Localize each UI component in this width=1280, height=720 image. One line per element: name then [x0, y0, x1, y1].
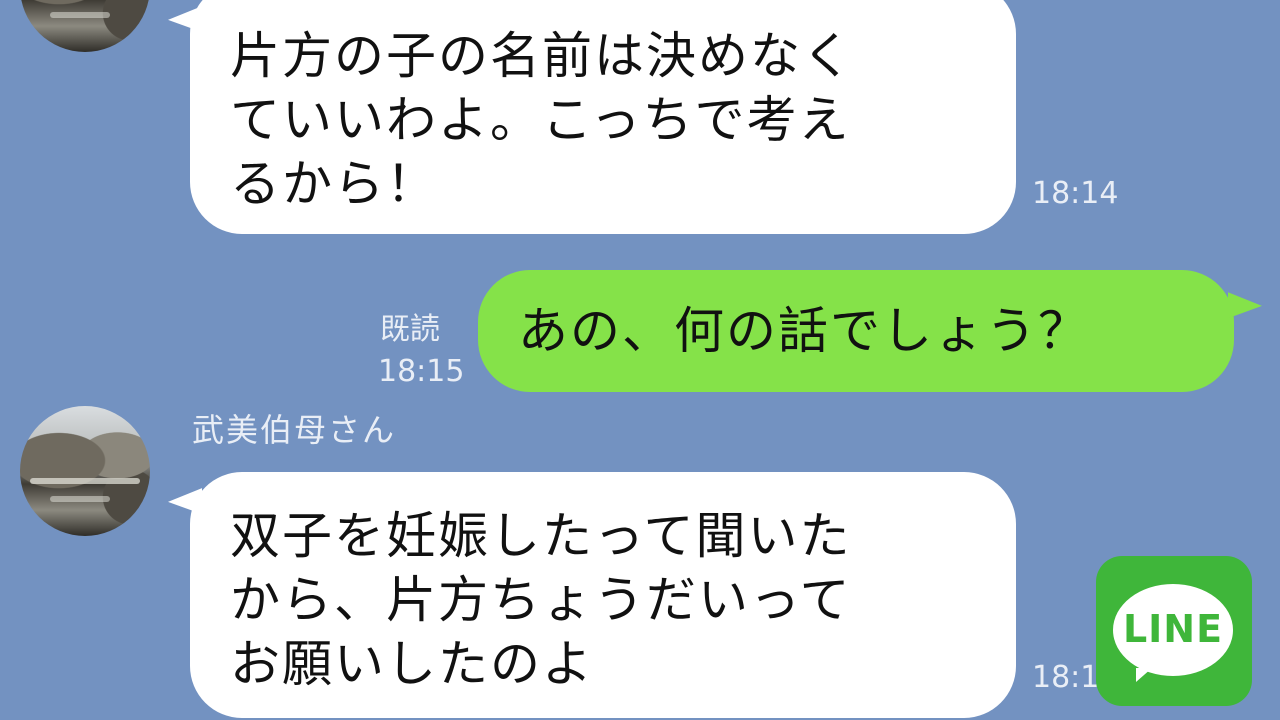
message-line: から、片方ちょうだいって — [230, 571, 852, 629]
message-bubble-outgoing[interactable]: あの、何の話でしょう？ — [478, 270, 1234, 392]
sender-name: 武美伯母さん — [192, 411, 397, 449]
logo-text: LINE — [1122, 607, 1224, 651]
avatar[interactable] — [20, 406, 150, 536]
message-line: 片方の子の名前は決めなく — [230, 27, 854, 85]
message-bubble-incoming[interactable]: 双子を妊娠したって聞いた から、片方ちょうだいって お願いしたのよ — [190, 472, 1016, 718]
message-line: ていいわよ。こっちで考え — [230, 91, 851, 149]
avatar[interactable] — [20, 0, 150, 52]
message-line: お願いしたのよ — [230, 635, 594, 693]
message-bubble-incoming[interactable]: 片方の子の名前は決めなく ていいわよ。こっちで考え るから！ — [190, 0, 1016, 234]
message-line: 双子を妊娠したって聞いた — [230, 507, 852, 565]
message-line: るから！ — [230, 155, 438, 213]
line-app-logo-icon: LINE — [1096, 556, 1252, 706]
message-time: 18:1 — [1032, 660, 1100, 695]
read-receipt: 既読 — [380, 312, 440, 347]
message-line: あの、何の話でしょう？ — [518, 302, 1090, 360]
message-time: 18:15 — [378, 354, 465, 389]
message-time: 18:14 — [1032, 176, 1119, 211]
